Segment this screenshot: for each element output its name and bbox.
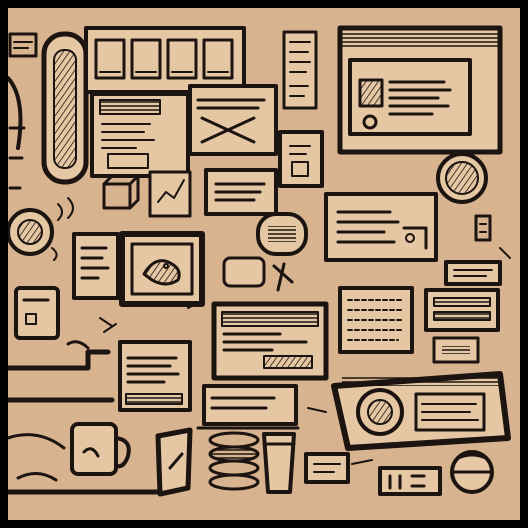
crossed-panel-icon	[188, 84, 278, 156]
label-stack-icon	[196, 384, 300, 430]
gear-badge-icon	[8, 208, 54, 256]
main-panel-icon	[211, 301, 329, 381]
coffee-mug-icon	[70, 422, 131, 476]
grid-card-icon	[338, 286, 414, 354]
fish-icon	[119, 231, 205, 307]
globe-icon	[450, 450, 494, 494]
chart-card-icon	[148, 170, 192, 218]
document-strip-icon	[282, 30, 318, 110]
tag-icon	[256, 212, 308, 256]
data-panel-icon	[90, 92, 190, 178]
browser-window-icon	[337, 25, 503, 155]
shelf-icon	[8, 340, 115, 403]
small-panel-icon	[304, 452, 350, 484]
cube-icon	[102, 174, 140, 210]
device-icon	[222, 256, 294, 292]
round-badge-icon	[436, 152, 488, 204]
letter-card-icon	[72, 232, 120, 300]
side-marks-icon	[474, 214, 492, 242]
small-box-stack-icon	[444, 260, 502, 286]
monitor-icon	[278, 130, 324, 188]
image-frame	[0, 0, 528, 528]
disc-stack-icon	[208, 431, 260, 491]
small-square-icon	[432, 336, 480, 364]
keypad-icon	[378, 466, 442, 496]
stacked-bars-icon	[424, 288, 500, 332]
scanner-icon	[331, 371, 511, 451]
toolbar-icon	[84, 26, 246, 94]
capsule-icon	[41, 31, 89, 185]
small-note-icon	[8, 32, 38, 58]
squiggle-marks	[51, 197, 74, 261]
doodle-illustration	[8, 25, 511, 497]
cup-icon	[262, 432, 296, 494]
left-arc-icon	[8, 76, 26, 190]
tablet-icon	[155, 427, 193, 497]
text-card-icon	[204, 168, 278, 216]
doodle-canvas	[8, 8, 520, 520]
info-card-icon	[324, 192, 438, 262]
small-doc-icon	[14, 286, 60, 340]
screen-card-icon	[118, 340, 192, 412]
